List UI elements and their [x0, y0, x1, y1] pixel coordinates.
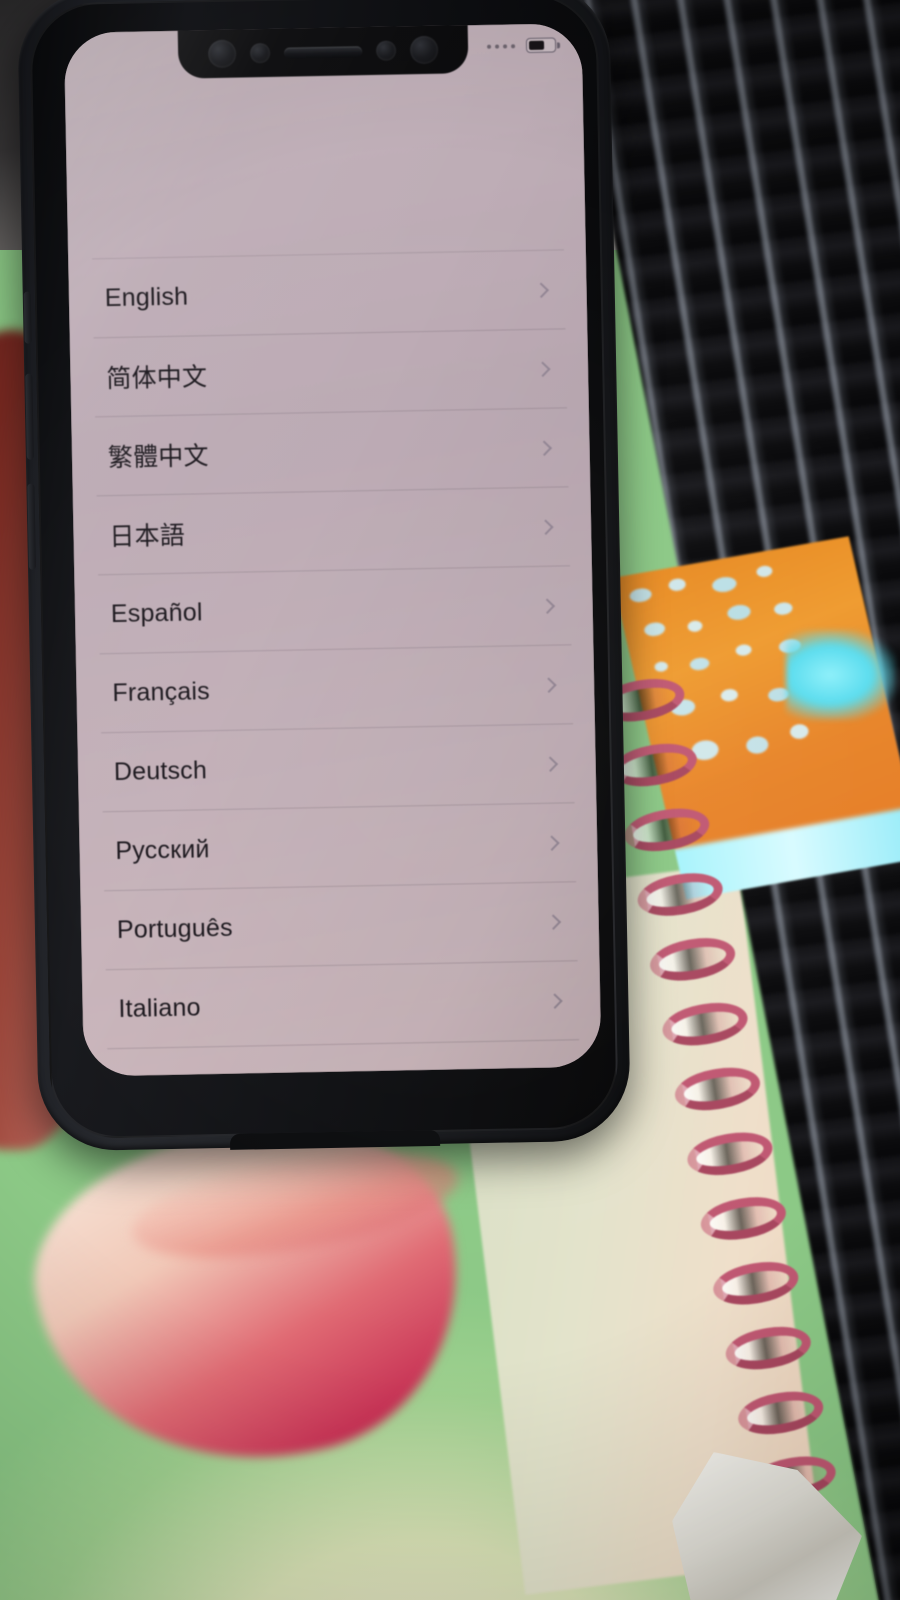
spiral-coil [735, 1385, 827, 1441]
chevron-right-icon [538, 518, 554, 535]
language-row[interactable]: Español [98, 565, 572, 654]
cyan-highlight [786, 630, 896, 720]
language-label: Español [110, 597, 203, 628]
signal-strength-icon [487, 43, 516, 49]
chevron-right-icon [541, 676, 557, 693]
phone-screen-glass: English 简体中文繁體中文日本語 Español Français Deutsch… [63, 22, 602, 1077]
proximity-sensor-icon [249, 42, 271, 64]
front-camera-icon [207, 39, 237, 69]
language-row[interactable]: 日本語 [96, 486, 571, 575]
language-label: Português [116, 913, 233, 944]
spiral-coil [709, 1256, 802, 1311]
language-label: 繁體中文 [107, 442, 209, 473]
spiral-coil [646, 932, 739, 987]
status-bar [487, 37, 557, 54]
spiral-coil [671, 1061, 764, 1117]
chevron-right-icon [544, 834, 560, 851]
spiral-coil [621, 802, 713, 857]
chevron-right-icon [547, 992, 563, 1009]
battery-level-fill [528, 40, 545, 51]
spiral-coil [659, 997, 751, 1052]
language-label: English [104, 282, 189, 312]
chevron-right-icon [542, 755, 559, 772]
language-label: 简体中文 [106, 363, 208, 394]
infrared-camera-icon [409, 35, 439, 65]
chevron-right-icon [545, 913, 562, 930]
spiral-coil [722, 1320, 815, 1376]
photo-scene: English 简体中文繁體中文日本語 Español Français Deutsch… [0, 0, 900, 1600]
phone-screen: English 简体中文繁體中文日本語 Español Français Deutsch… [63, 22, 602, 1077]
language-row[interactable]: 繁體中文 [95, 407, 569, 496]
chevron-right-icon [539, 597, 556, 614]
phone-device: English 简体中文繁體中文日本語 Español Français Deutsch… [16, 0, 632, 1152]
chevron-right-icon [534, 360, 551, 377]
spiral-coil [633, 867, 726, 922]
chevron-right-icon [536, 439, 553, 456]
language-label: Русский [115, 834, 210, 865]
language-row[interactable]: Русский [102, 802, 577, 891]
language-row[interactable]: Português [104, 881, 578, 970]
language-label: Deutsch [113, 755, 208, 786]
language-label: Français [112, 676, 211, 707]
language-row[interactable]: Français [99, 644, 574, 733]
earpiece-speaker-icon [284, 45, 363, 59]
language-row[interactable]: Italiano [105, 960, 580, 1049]
spiral-coil [684, 1126, 777, 1181]
language-list[interactable]: English 简体中文繁體中文日本語 Español Français Deutsch… [68, 249, 602, 1077]
language-row[interactable]: 简体中文 [93, 328, 567, 417]
language-label: Italiano [118, 992, 201, 1023]
language-row[interactable]: English [92, 249, 566, 338]
chevron-right-icon [533, 282, 550, 298]
language-label: 日本語 [109, 521, 186, 552]
display-notch [177, 22, 469, 79]
spiral-coil [697, 1191, 789, 1246]
language-row[interactable]: Deutsch [101, 723, 575, 812]
mute-switch[interactable] [23, 291, 32, 344]
battery-icon [525, 37, 557, 54]
dot-projector-icon [375, 40, 397, 61]
